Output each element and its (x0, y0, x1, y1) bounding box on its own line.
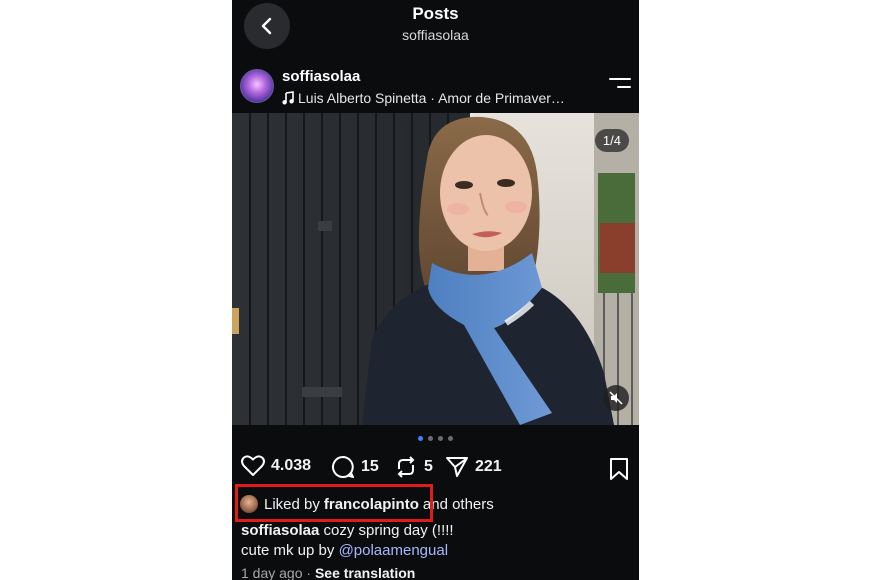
avatar[interactable] (240, 69, 274, 103)
music-label: Luis Alberto Spinetta · Amor de Primaver… (298, 90, 565, 106)
page-subtitle: soffiasolaa (402, 27, 469, 43)
image-counter: 1/4 (594, 129, 629, 152)
carousel-dot (448, 436, 453, 441)
shares-count: 221 (475, 458, 502, 475)
music-info[interactable]: Luis Alberto Spinetta · Amor de Primaver… (282, 90, 565, 106)
likes-count: 4.038 (271, 457, 312, 474)
share-icon (446, 457, 468, 477)
carousel-dot (418, 436, 423, 441)
meta-separator: · (306, 565, 312, 580)
carousel-dot (428, 436, 433, 441)
repost-button[interactable]: 5 (394, 455, 433, 479)
post-header: soffiasolaa Luis Alberto Spinetta · Amor… (232, 62, 639, 112)
highlight-annotation-box (235, 484, 433, 522)
caption-mention[interactable]: @polaamengual (339, 542, 448, 559)
comment-icon (332, 456, 354, 478)
music-note-icon (282, 91, 294, 105)
post-photo[interactable]: 1/4 (232, 113, 639, 425)
like-button[interactable]: 4.038 (241, 455, 311, 477)
top-bar: Posts soffiasolaa (232, 0, 639, 52)
heart-icon (241, 455, 265, 476)
menu-icon[interactable] (609, 78, 631, 94)
see-translation-link[interactable]: See translation (315, 565, 415, 580)
caption-text-2: cute mk up by (241, 542, 335, 559)
reposts-count: 5 (424, 458, 433, 475)
mute-icon (609, 391, 623, 405)
action-bar: 4.038 15 5 221 (232, 455, 639, 481)
post-time: 1 day ago (241, 565, 303, 580)
photo-illustration (232, 113, 639, 425)
caption-text-1: cozy spring day (!!!! (323, 522, 454, 539)
liked-by-suffix: and others (422, 495, 494, 513)
post-meta: 1 day ago · See translation (241, 565, 415, 580)
mute-button[interactable] (603, 385, 629, 411)
comment-button[interactable]: 15 (331, 455, 379, 479)
bookmark-button[interactable] (609, 457, 629, 486)
carousel-indicator (232, 436, 639, 441)
share-button[interactable]: 221 (445, 455, 502, 479)
page-title: Posts (412, 4, 459, 23)
repost-icon (397, 456, 415, 478)
post-username[interactable]: soffiasolaa (282, 68, 360, 85)
caption-author[interactable]: soffiasolaa (241, 522, 319, 539)
post-caption: soffiasolaa cozy spring day (!!!! cute m… (241, 521, 631, 561)
carousel-dot (438, 436, 443, 441)
comments-count: 15 (361, 458, 379, 475)
bookmark-icon (610, 458, 628, 480)
